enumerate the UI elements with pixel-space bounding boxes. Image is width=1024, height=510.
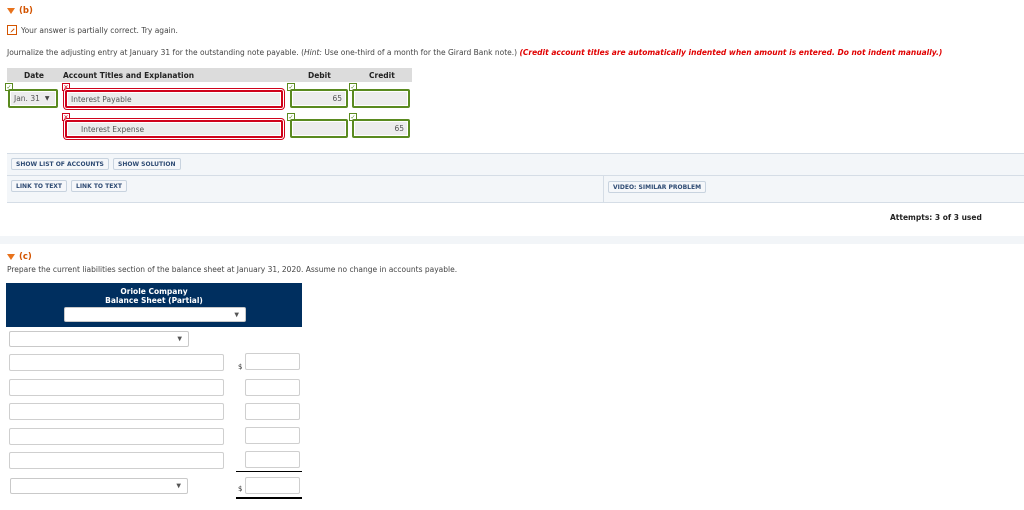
amount-input-5[interactable]: [245, 451, 300, 468]
dropdown-arrow-icon: ▼: [176, 482, 181, 490]
date-select[interactable]: Jan. 31 ▼: [8, 89, 58, 108]
video-similar-problem-button[interactable]: VIDEO: SIMILAR PROBLEM: [608, 181, 707, 193]
company-name: Oriole Company: [120, 287, 188, 296]
date-value: Jan. 31: [14, 94, 40, 103]
total-label-select[interactable]: ▼: [10, 478, 188, 494]
collapse-triangle-icon: [7, 8, 15, 14]
statement-date-select[interactable]: ▼: [64, 307, 246, 322]
instructions-main: Journalize the adjusting entry at Januar…: [7, 48, 304, 57]
credit-input[interactable]: [352, 89, 410, 108]
journal-table-header: Date Account Titles and Explanation Debi…: [7, 68, 412, 82]
amount-input-1[interactable]: [245, 353, 300, 370]
part-c-label: (c): [19, 252, 32, 262]
part-b-label: (b): [19, 6, 33, 16]
dropdown-arrow-icon: ▼: [234, 311, 239, 318]
account-input[interactable]: Interest Payable: [65, 90, 283, 108]
link-to-text-button-1[interactable]: LINK TO TEXT: [11, 180, 68, 192]
col-header-date: Date: [24, 70, 44, 80]
collapse-triangle-icon: [7, 254, 15, 260]
credit-value: 65: [394, 124, 404, 133]
section-divider: [0, 236, 1024, 244]
col-header-debit: Debit: [308, 70, 331, 80]
line-item-input-1[interactable]: [9, 354, 224, 371]
amount-input-4[interactable]: [245, 427, 300, 444]
part-b-instructions: Journalize the adjusting entry at Januar…: [7, 48, 942, 57]
feedback-text: Your answer is partially correct. Try ag…: [21, 25, 178, 35]
total-double-rule: [236, 497, 302, 499]
dropdown-arrow-icon: ▼: [44, 95, 50, 102]
col-header-account: Account Titles and Explanation: [63, 70, 195, 80]
part-c-header[interactable]: (c): [7, 252, 32, 262]
show-solution-button[interactable]: SHOW SOLUTION: [113, 158, 181, 170]
amount-input-3[interactable]: [245, 403, 300, 420]
show-list-of-accounts-button[interactable]: SHOW LIST OF ACCOUNTS: [11, 158, 109, 170]
subtotal-rule: [236, 471, 302, 472]
currency-symbol: $: [238, 363, 243, 371]
line-item-input-5[interactable]: [9, 452, 224, 469]
debit-input[interactable]: 65: [290, 89, 348, 108]
part-c-instructions: Prepare the current liabilities section …: [7, 265, 458, 274]
col-header-credit: Credit: [369, 70, 395, 80]
part-b-header[interactable]: (b): [7, 6, 33, 16]
statement-title: Balance Sheet (Partial): [105, 296, 203, 305]
account-value: Interest Payable: [71, 94, 132, 104]
hint-text: Use one-third of a month for the Girard …: [321, 48, 520, 57]
account-input[interactable]: Interest Expense: [65, 120, 283, 138]
pencil-icon: [7, 25, 17, 35]
hint-label: Hint:: [304, 48, 322, 57]
debit-value: 65: [332, 94, 342, 103]
total-amount-input[interactable]: [245, 477, 300, 494]
amount-input-2[interactable]: [245, 379, 300, 396]
toolbar-divider: [7, 175, 1024, 176]
line-item-input-2[interactable]: [9, 379, 224, 396]
dropdown-arrow-icon: ▼: [177, 335, 182, 343]
credit-input[interactable]: 65: [352, 119, 410, 138]
attempts-counter: Attempts: 3 of 3 used: [890, 213, 982, 222]
debit-input[interactable]: [290, 119, 348, 138]
link-to-text-button-2[interactable]: LINK TO TEXT: [71, 180, 128, 192]
answer-feedback: Your answer is partially correct. Try ag…: [7, 25, 178, 35]
indent-warning: (Credit account titles are automatically…: [519, 48, 943, 57]
currency-symbol: $: [238, 485, 243, 493]
account-value: Interest Expense: [81, 124, 145, 134]
toolbar-vertical-divider: [603, 176, 604, 202]
line-item-input-3[interactable]: [9, 403, 224, 420]
line-item-input-4[interactable]: [9, 428, 224, 445]
section-heading-select[interactable]: ▼: [9, 331, 189, 347]
